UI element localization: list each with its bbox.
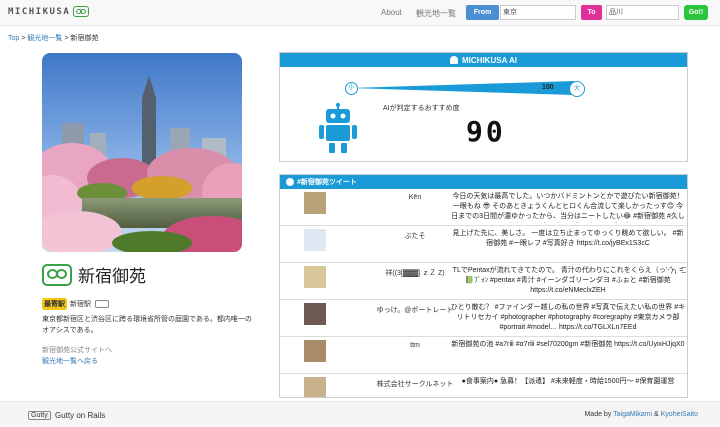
official-site-link[interactable]: 新宿御苑公式サイトへ — [42, 345, 112, 355]
to-label: To — [581, 5, 602, 20]
from-input[interactable]: 東京 — [500, 5, 576, 20]
breadcrumb-separator: > — [64, 35, 69, 42]
brand-logo-icon — [73, 6, 90, 17]
scale-small-label: 小 — [345, 82, 358, 95]
place-photo — [42, 53, 242, 252]
ai-caption: AIが判定するおすすめ度 — [383, 105, 460, 112]
ai-panel-header: MICHIKUSA AI — [280, 53, 687, 67]
nav-about-link[interactable]: About — [381, 8, 402, 17]
tweet-text: TLでPentaxが流れてきてたので。 青汁の代わりにこれをくらえ（っ'-')╮… — [452, 267, 684, 294]
tweet-row[interactable]: ゆっけ。@ポートレート ひとり散む？ #ファインダー越しの私の世界 #写真で伝えた… — [280, 300, 687, 337]
footer-credit: Made by TaigaMikami & KyoheiSaito — [584, 411, 698, 418]
tweets-panel-header: #新宿御苑ツイート — [280, 175, 687, 189]
ai-panel: MICHIKUSA AI 小 大 100 AIが判定するおすすめ度 90 — [279, 52, 688, 162]
tweet-row[interactable]: 株式会社サークルネット ●食事案内● 急募！【派遣】 #未来軽度・時給1500円〜… — [280, 374, 687, 397]
tweet-text: 見上げた先に、美しさ。 一度は立ち止まってゆっくり眺めて欲しい。 #新宿御苑 #… — [452, 230, 684, 247]
tweet-list: Kēn 今日の天気は最高でした。いつかバドミントンとかで遊びたい新宿御苑！ 一眼も… — [280, 189, 687, 397]
author2-link[interactable]: KyoheiSaito — [661, 411, 698, 418]
from-label: From — [466, 5, 499, 20]
back-to-spots-link[interactable]: 観光地一覧へ戻る — [42, 356, 98, 366]
place-title: 新宿御苑 — [42, 262, 146, 287]
footer-brand: Gutty on Rails — [55, 411, 106, 420]
ampersand: & — [654, 411, 659, 418]
breadcrumb-current: 新宿御苑 — [70, 35, 99, 42]
recommendation-bar-fill — [350, 81, 574, 95]
tweet-text: 今日の天気は最高でした。いつかバドミントンとかで遊びたい新宿御苑！ 一眼もね 😎… — [451, 193, 685, 220]
tweet-row[interactable]: 祥((3[▓▓▓] ｚＺ Z) TLでPentaxが流れてきてたので。 青汁の代わ… — [280, 263, 687, 300]
footer-logo: Gutty — [28, 411, 51, 420]
place-description: 東京都新宿区と渋谷区に跨る環境省所管の庭園である。都内唯一のオアシスである。 — [42, 316, 252, 334]
breadcrumb-top[interactable]: Top — [8, 35, 19, 42]
to-input[interactable]: 品川 — [606, 5, 679, 20]
tweet-row[interactable]: Kēn 今日の天気は最高でした。いつかバドミントンとかで遊びたい新宿御苑！ 一眼も… — [280, 189, 687, 226]
footer: Gutty Gutty on Rails Made by TaigaMikami… — [0, 401, 720, 427]
robot-icon — [318, 103, 358, 155]
tweet-text: ひとり散む？ #ファインダー越しの私の世界 #写真で伝えたい私の世界 #キリトリ… — [450, 304, 686, 331]
breadcrumb: Top > 観光地一覧 > 新宿御苑 — [8, 33, 98, 43]
tweet-avatar — [304, 340, 326, 362]
navbar: MICHIKUSA About 観光地一覧 From 東京 To 品川 Go!! — [0, 0, 720, 26]
tweet-row[interactable]: ぶたそ 見上げた先に、美しさ。 一度は立ち止まってゆっくり眺めて欲しい。 #新宿御… — [280, 226, 687, 263]
ai-score: 90 — [466, 115, 506, 148]
tag-icon — [286, 178, 294, 186]
michikusa-logo-icon — [42, 263, 72, 286]
android-icon — [450, 56, 459, 64]
station-row: 最寄駅 新宿駅 — [42, 298, 109, 310]
scale-large-label: 大 — [569, 81, 585, 97]
tweet-avatar — [304, 266, 326, 288]
author1-link[interactable]: TaigaMikami — [613, 411, 652, 418]
tweet-avatar — [304, 303, 326, 325]
made-by-label: Made by — [584, 411, 612, 418]
tweet-text: ●食事案内● 急募！【派遣】 #未来軽度・時給1500円〜 #保育園運営 — [461, 378, 675, 385]
go-button[interactable]: Go!! — [684, 5, 708, 20]
brand-link[interactable]: MICHIKUSA — [8, 6, 90, 17]
tweet-text: 新宿御苑の池 #a7rⅲ #α7rⅲ #sel70200gm #新宿御苑 htt… — [451, 341, 685, 348]
tweet-avatar — [304, 229, 326, 251]
tweets-panel: #新宿御苑ツイート Kēn 今日の天気は最高でした。いつかバドミントンとかで遊びた… — [279, 174, 688, 398]
tweet-avatar — [304, 192, 326, 214]
place-name: 新宿御苑 — [78, 267, 146, 286]
breadcrumb-separator: > — [21, 35, 26, 42]
breadcrumb-spots[interactable]: 観光地一覧 — [27, 35, 62, 42]
station-badge: 最寄駅 — [42, 298, 67, 310]
brand-text: MICHIKUSA — [8, 6, 71, 17]
ai-title: MICHIKUSA AI — [462, 55, 517, 65]
station-name: 新宿駅 — [70, 301, 91, 308]
station-icon — [95, 300, 109, 308]
tweet-avatar — [304, 377, 326, 397]
bar-max-value: 100 — [542, 84, 554, 91]
tweets-title: #新宿御苑ツイート — [297, 179, 357, 186]
nav-spots-link[interactable]: 観光地一覧 — [416, 8, 456, 19]
tweet-row[interactable]: ttm 新宿御苑の池 #a7rⅲ #α7rⅲ #sel70200gm #新宿御苑 … — [280, 337, 687, 374]
